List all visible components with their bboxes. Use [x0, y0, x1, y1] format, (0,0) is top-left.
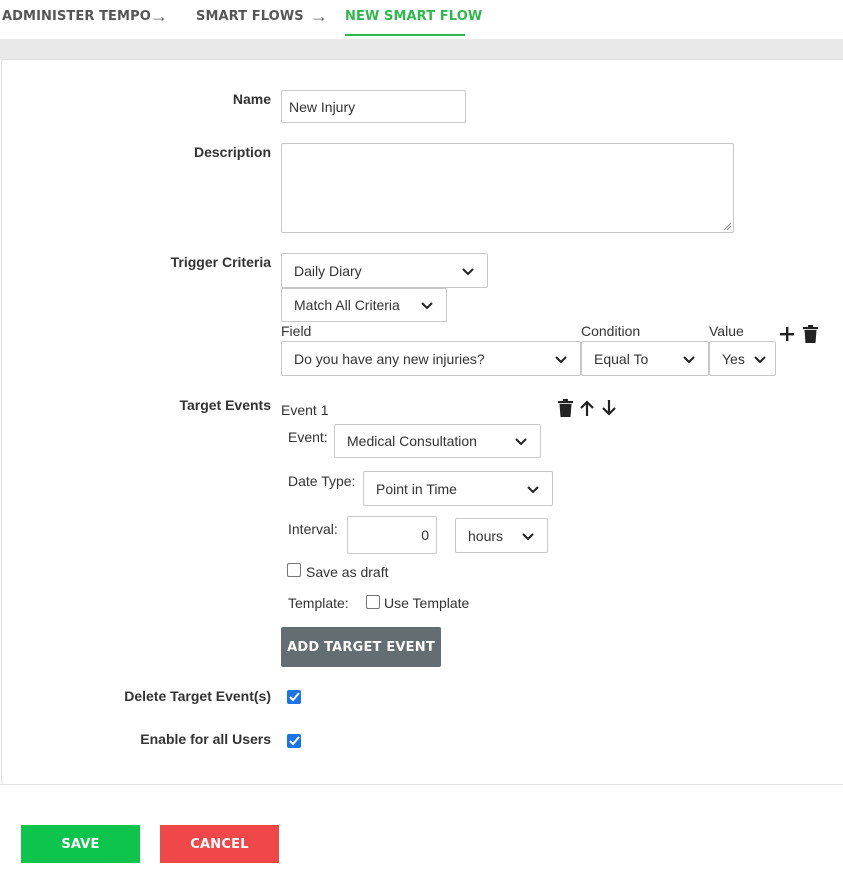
name-input[interactable]: New Injury	[281, 90, 466, 123]
event-field-label: Event:	[288, 429, 328, 445]
use-template-checkbox[interactable]	[366, 595, 380, 609]
interval-unit-value: hours	[468, 527, 504, 544]
breadcrumb-smart-flows[interactable]: SMART FLOWS	[196, 9, 304, 24]
match-mode-value: Match All Criteria	[294, 297, 400, 313]
active-tab-underline	[345, 34, 465, 36]
criteria-field-select[interactable]: Do you have any new injuries?	[281, 341, 581, 376]
breadcrumb-arrow-icon: →	[310, 6, 328, 26]
trigger-source-value: Daily Diary	[294, 262, 362, 279]
chevron-down-icon	[421, 302, 433, 310]
name-label: Name	[232, 91, 271, 107]
trash-icon[interactable]	[556, 398, 574, 418]
delete-target-events-label: Delete Target Event(s)	[124, 688, 271, 704]
enable-all-users-label: Enable for all Users	[140, 731, 271, 747]
breadcrumb: ADMINISTER TEMPO → SMART FLOWS → NEW SMA…	[0, 0, 843, 36]
plus-icon[interactable]	[778, 325, 796, 343]
chevron-down-icon	[754, 355, 766, 363]
use-template-label: Use Template	[384, 595, 470, 611]
criteria-value-value: Yes	[722, 350, 745, 367]
condition-column-header: Condition	[581, 323, 641, 339]
date-type-select[interactable]: Point in Time	[363, 471, 553, 506]
breadcrumb-administer-tempo[interactable]: ADMINISTER TEMPO	[2, 9, 151, 24]
trigger-source-select[interactable]: Daily Diary	[281, 253, 488, 288]
enable-all-users-checkbox[interactable]	[287, 734, 301, 748]
value-column-header: Value	[709, 323, 744, 339]
match-mode-select[interactable]: Match All Criteria	[281, 288, 447, 322]
interval-unit-select[interactable]: hours	[455, 518, 548, 553]
footer-divider	[0, 784, 843, 785]
trigger-criteria-label: Trigger Criteria	[170, 254, 271, 270]
chevron-down-icon	[462, 267, 474, 275]
target-events-label: Target Events	[179, 397, 271, 413]
cancel-button[interactable]: CANCEL	[160, 825, 279, 863]
trash-icon[interactable]	[801, 324, 819, 344]
event-title: Event 1	[281, 402, 329, 418]
template-label: Template:	[288, 595, 349, 611]
arrow-up-icon[interactable]	[578, 398, 596, 418]
description-label: Description	[193, 144, 271, 160]
header-band	[0, 39, 843, 60]
checkmark-icon	[288, 736, 300, 746]
criteria-value-select[interactable]: Yes	[709, 341, 776, 376]
date-type-label: Date Type:	[288, 473, 356, 489]
chevron-down-icon	[527, 485, 539, 493]
chevron-down-icon	[683, 355, 695, 363]
chevron-down-icon	[555, 355, 567, 363]
event-type-value: Medical Consultation	[347, 433, 477, 449]
criteria-condition-select[interactable]: Equal To	[581, 341, 709, 376]
checkmark-icon	[288, 692, 300, 702]
breadcrumb-new-smart-flow[interactable]: NEW SMART FLOW	[345, 9, 482, 24]
breadcrumb-arrow-icon: →	[150, 6, 168, 26]
interval-label: Interval:	[288, 521, 338, 537]
field-column-header: Field	[281, 323, 312, 339]
chevron-down-icon	[522, 532, 534, 540]
interval-input[interactable]: 0	[347, 516, 437, 554]
delete-target-events-checkbox[interactable]	[287, 690, 301, 704]
add-target-event-button[interactable]: ADD TARGET EVENT	[281, 627, 441, 667]
arrow-down-icon[interactable]	[600, 398, 618, 418]
resize-handle-icon[interactable]	[723, 222, 731, 230]
save-as-draft-checkbox[interactable]	[287, 563, 301, 577]
criteria-condition-value: Equal To	[594, 350, 649, 367]
date-type-value: Point in Time	[376, 480, 457, 497]
save-as-draft-label: Save as draft	[306, 564, 389, 580]
save-button[interactable]: SAVE	[21, 825, 140, 863]
chevron-down-icon	[515, 438, 527, 446]
description-textarea[interactable]	[281, 143, 734, 233]
event-type-select[interactable]: Medical Consultation	[334, 424, 541, 458]
criteria-field-value: Do you have any new injuries?	[294, 350, 485, 367]
